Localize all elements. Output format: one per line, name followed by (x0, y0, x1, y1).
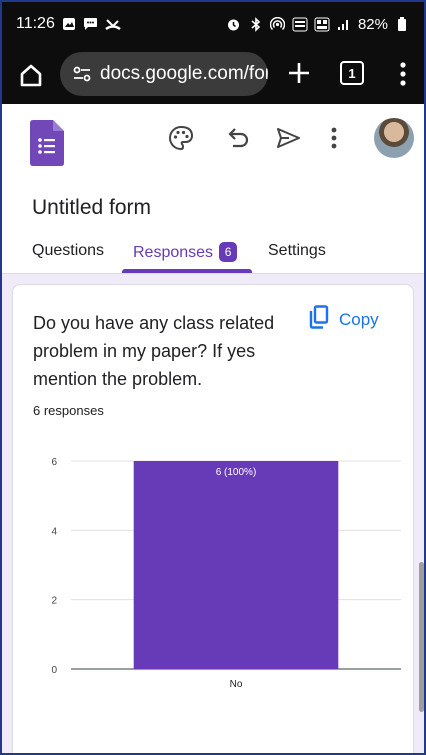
status-time: 11:26 (16, 15, 55, 32)
network-5g-icon (314, 16, 330, 32)
google-forms-logo[interactable] (30, 120, 64, 166)
question-summary-card: Do you have any class related problem in… (12, 284, 414, 753)
home-icon[interactable] (18, 62, 44, 88)
y-tick-label: 2 (51, 596, 57, 607)
active-tab-indicator (122, 269, 252, 273)
responses-bar-chart: 0 2 4 6 6 (100%) No (51, 457, 401, 690)
y-tick-label: 4 (51, 526, 57, 537)
hotspot-icon (270, 16, 286, 32)
battery-percent: 82% (357, 15, 388, 33)
chat-notification-icon (83, 16, 99, 32)
tab-responses[interactable]: Responses 6 (133, 242, 238, 262)
tab-settings[interactable]: Settings (268, 242, 326, 260)
responses-count-badge: 6 (219, 242, 238, 262)
x-tick-label: No (230, 679, 243, 690)
status-bar: 11:26 82% (2, 2, 424, 46)
alarm-icon (226, 16, 242, 32)
copy-chart-button[interactable]: Copy (309, 305, 379, 334)
battery-icon (394, 16, 410, 32)
site-settings-icon[interactable] (72, 65, 92, 83)
copy-icon (309, 305, 329, 334)
address-bar[interactable]: docs.google.com/for (60, 52, 268, 96)
undo-icon[interactable] (224, 124, 252, 152)
gallery-notification-icon (61, 16, 77, 32)
y-tick-label: 0 (51, 665, 57, 676)
tab-questions[interactable]: Questions (32, 242, 104, 260)
question-text: Do you have any class related problem in… (33, 313, 275, 389)
responses-count: 6 responses (33, 403, 104, 418)
avatar[interactable] (374, 118, 414, 158)
bluetooth-icon (248, 16, 264, 32)
bar (133, 461, 339, 669)
new-tab-icon[interactable] (286, 60, 312, 86)
url-text: docs.google.com/for (100, 63, 268, 84)
bar-data-label: 6 (100%) (216, 467, 257, 478)
browser-toolbar: docs.google.com/for 1 (2, 46, 424, 104)
volte-icon (292, 16, 308, 32)
phone-screen: 11:26 82% docs.google.com/for 1 Untitled… (2, 2, 424, 753)
palette-icon[interactable] (167, 124, 195, 152)
signal-icon (336, 16, 352, 32)
more-options-icon[interactable] (328, 124, 340, 152)
copy-label: Copy (339, 309, 379, 329)
y-tick-label: 6 (51, 457, 57, 468)
form-title: Untitled form (32, 196, 152, 219)
more-menu-icon[interactable] (398, 60, 408, 88)
tab-switcher-button[interactable]: 1 (340, 61, 364, 85)
forms-header: Untitled form Questions Responses 6 Setti… (2, 104, 424, 274)
tab-responses-label: Responses (133, 244, 214, 261)
scrollbar[interactable] (419, 562, 424, 712)
missed-call-icon (105, 16, 121, 32)
send-icon[interactable] (274, 124, 302, 152)
